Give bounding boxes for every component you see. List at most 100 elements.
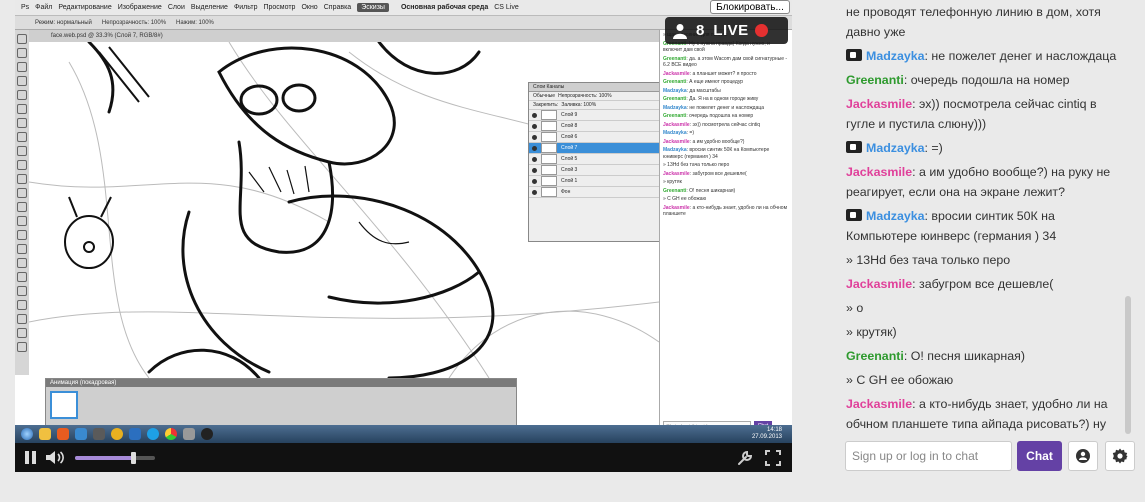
eye-icon xyxy=(532,134,537,140)
chat-scrollbar[interactable] xyxy=(1125,296,1131,434)
users-icon xyxy=(1076,449,1090,463)
chat-users-button[interactable] xyxy=(1068,441,1098,471)
mini-chat-message: Greenanti: очередь подошла на номер xyxy=(663,113,754,119)
chat-message: » 13Hd без тача только перо xyxy=(838,248,1128,272)
player-controls xyxy=(15,443,792,472)
wrench-icon[interactable] xyxy=(737,450,753,466)
layer-row: Слой 7 xyxy=(529,143,665,154)
ps-workspace-label: Основная рабочая среда xyxy=(400,4,489,11)
layer-name: Слой 5 xyxy=(561,156,578,162)
mini-chat-username: Jackasmile xyxy=(663,70,690,77)
mini-chat-text: А еще имеют процедур xyxy=(689,79,744,85)
chat-message-text: » крутяк) xyxy=(846,325,897,339)
mini-chat-text: эх)) посмотрела сейчас cintiq xyxy=(692,121,761,128)
mini-chat-username: Greenanti xyxy=(663,79,687,85)
mini-chat-message: » 13Hd без тача только перо xyxy=(663,162,730,168)
ps-menu-item: Выделение xyxy=(190,4,228,11)
ps-menu-item: Ps xyxy=(21,4,30,11)
video-player[interactable]: Ps Файл Редактирование Изображение Слои Выдел… xyxy=(15,0,792,472)
mini-chat-message: Greenanti: А еще имеют процедур xyxy=(663,79,744,85)
chat-username[interactable]: Madzayka xyxy=(866,141,925,155)
blend-mode: Обычные xyxy=(533,93,556,99)
chat-message: » крутяк) xyxy=(838,320,1128,344)
volume-icon[interactable] xyxy=(45,450,65,465)
chat-input[interactable] xyxy=(845,441,1012,471)
mini-chat-text: О! песня шикарная) xyxy=(689,187,736,194)
ps-menu-item: Слои xyxy=(167,4,185,11)
eye-icon xyxy=(532,167,537,173)
layer-row: Слой 8 xyxy=(529,121,665,132)
mini-chat-text: крутяк xyxy=(667,179,682,185)
chat-panel: не проводят телефонную линию в дом, хотя… xyxy=(838,0,1145,502)
chat-message-text: : не пожелет денег и наслождаца xyxy=(924,49,1117,63)
ps-menu-item: Справка xyxy=(323,4,352,11)
chat-settings-button[interactable] xyxy=(1105,441,1135,471)
chat-send-button[interactable]: Chat xyxy=(1017,441,1062,471)
app-icon xyxy=(93,428,105,440)
photoshop-toolbox xyxy=(15,30,30,375)
chat-message: » С GH ее обожаю xyxy=(838,368,1128,392)
chat-message: Jackasmile: а кто-нибудь знает, удобно л… xyxy=(838,392,1128,438)
eye-icon xyxy=(532,145,537,151)
photoshop-icon xyxy=(129,428,141,440)
volume-handle[interactable] xyxy=(130,452,136,464)
chat-username[interactable]: Greenanti xyxy=(846,73,904,87)
mini-chat-username: Jackasmile xyxy=(663,121,690,128)
layers-panel-tabs: Слои Каналы xyxy=(529,83,665,92)
ps-menu-item: Файл xyxy=(35,4,53,11)
chat-message: Jackasmile: а им удобно вообще?) на руку… xyxy=(838,160,1128,204)
layer-row: Слой 5 xyxy=(529,154,665,165)
app-icon xyxy=(183,428,195,440)
camera-badge-icon xyxy=(846,209,862,221)
start-icon xyxy=(21,428,33,440)
mini-chat-username: Madzayka xyxy=(663,130,687,136)
volume-slider[interactable] xyxy=(75,452,155,464)
chat-messages[interactable]: не проводят телефонную линию в дом, хотя… xyxy=(838,0,1128,438)
layer-row: Фон xyxy=(529,187,665,198)
layer-fill: Заливка: 100% xyxy=(561,102,597,108)
animation-frame-thumbnail xyxy=(50,391,78,419)
mini-chat-message: » крутяк xyxy=(663,179,682,185)
mini-chat-text: С GH ее обожаю xyxy=(667,196,707,202)
pause-button[interactable] xyxy=(25,451,37,464)
chat-username[interactable]: Madzayka xyxy=(866,209,925,223)
mini-chat-message: Greenanti: О! песня шикарная) xyxy=(663,187,736,194)
eye-icon xyxy=(532,189,537,195)
chat-username[interactable]: Madzayka xyxy=(866,49,925,63)
folder-icon xyxy=(39,428,51,440)
layer-thumbnail xyxy=(541,165,557,175)
ps-option: Непрозрачность: 100% xyxy=(101,19,167,26)
app-icon xyxy=(201,428,213,440)
layer-name: Слой 8 xyxy=(561,123,578,129)
taskbar-time: 14:18 xyxy=(766,427,782,433)
camera-badge-icon xyxy=(846,141,862,153)
chat-username[interactable]: Jackasmile xyxy=(846,97,912,111)
chat-message-text: » 13Hd без тача только перо xyxy=(846,253,1011,267)
layer-row: Слой 3 xyxy=(529,165,665,176)
chat-message: Madzayka: не пожелет денег и наслождаца xyxy=(838,44,1128,68)
volume-fill xyxy=(75,456,133,460)
mini-chat-text: да масштабы xyxy=(689,87,721,94)
mini-chat-text: забугром все дешевле( xyxy=(692,170,747,177)
ps-menu-item: Просмотр xyxy=(263,4,296,11)
mini-chat-username: Jackasmile xyxy=(663,170,690,177)
mini-chat-message: Jackasmile: а им удобно вообще?) xyxy=(663,138,745,145)
chat-username[interactable]: Greenanti xyxy=(846,349,904,363)
mini-chat-username: Greenanti xyxy=(663,96,687,102)
chat-username[interactable]: Jackasmile xyxy=(846,397,912,411)
mini-chat-message: Jackasmile: а кто-нибудь знает, удобно л… xyxy=(663,204,788,218)
fullscreen-icon[interactable] xyxy=(765,450,781,466)
chat-input-area: Chat xyxy=(838,438,1145,502)
layer-name: Слой 1 xyxy=(561,178,578,184)
document-tab: face.web.psd @ 33.3% (Слой 7, RGB/8#) xyxy=(29,30,659,42)
layer-thumbnail xyxy=(541,110,557,120)
chat-username[interactable]: Jackasmile xyxy=(846,165,912,179)
mini-chat-username: Madzayka xyxy=(663,87,687,94)
mini-chat-username: Jackasmile xyxy=(663,138,690,145)
mini-chat-message: Jackasmile: эх)) посмотрела сейчас cinti… xyxy=(663,121,761,128)
stream-chat-window: » щас спасение для пипловGreenanti: Ну с… xyxy=(659,30,792,435)
chat-message: » о xyxy=(838,296,1128,320)
mini-chat-username: Jackasmile xyxy=(663,204,690,211)
ps-menu-item: Окно xyxy=(301,4,318,11)
chat-username[interactable]: Jackasmile xyxy=(846,277,912,291)
